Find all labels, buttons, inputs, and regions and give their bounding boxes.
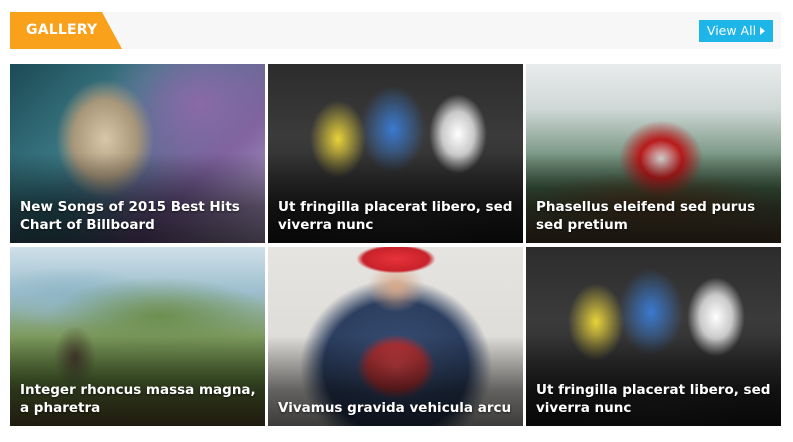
gallery-caption[interactable]: Phasellus eleifend sed purus sed pretium xyxy=(536,198,773,234)
gallery-item[interactable]: Vivamus gravida vehicula arcu xyxy=(268,247,523,426)
gallery-item[interactable]: Integer rhoncus massa magna, a pharetra xyxy=(10,247,265,426)
gallery-caption[interactable]: Vivamus gravida vehicula arcu xyxy=(278,399,515,417)
gallery-grid: New Songs of 2015 Best Hits Chart of Bil… xyxy=(10,64,781,426)
section-header: GALLERY View All xyxy=(10,12,781,49)
view-all-button[interactable]: View All xyxy=(699,20,773,42)
caret-right-icon xyxy=(760,26,766,35)
gallery-item[interactable]: Ut fringilla placerat libero, sed viverr… xyxy=(268,64,523,243)
gallery-item[interactable]: Ut fringilla placerat libero, sed viverr… xyxy=(526,247,781,426)
gallery-caption[interactable]: Integer rhoncus massa magna, a pharetra xyxy=(20,381,257,417)
view-all-label: View All xyxy=(706,23,757,38)
gallery-caption[interactable]: Ut fringilla placerat libero, sed viverr… xyxy=(278,198,515,234)
section-title: GALLERY xyxy=(26,22,98,38)
gallery-item[interactable]: New Songs of 2015 Best Hits Chart of Bil… xyxy=(10,64,265,243)
gallery-caption[interactable]: New Songs of 2015 Best Hits Chart of Bil… xyxy=(20,198,257,234)
gallery-caption[interactable]: Ut fringilla placerat libero, sed viverr… xyxy=(536,381,773,417)
gallery-item[interactable]: Phasellus eleifend sed purus sed pretium xyxy=(526,64,781,243)
